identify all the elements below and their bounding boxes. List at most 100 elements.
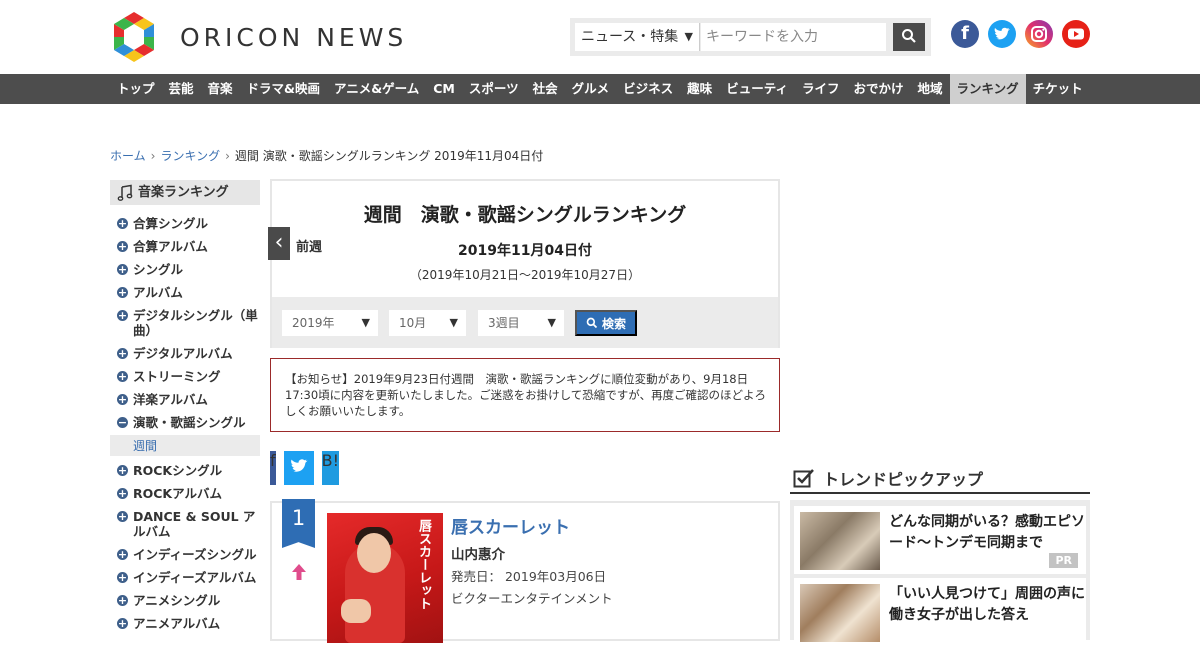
nav-item-gourmet[interactable]: グルメ (565, 74, 617, 104)
sidebar-item-indies-single[interactable]: + インディーズシングル (110, 544, 260, 567)
sidebar-item-label: 合算アルバム (133, 239, 208, 254)
instagram-camera-icon (1031, 26, 1047, 42)
plus-icon: + (117, 347, 128, 360)
trend-item[interactable]: どんな同期がいる？感動エピソード～トンデモ同期まで PR (794, 506, 1086, 574)
trend-item[interactable]: 「いい人見つけて」周囲の声に働き女子が出した答え (794, 578, 1086, 646)
sidebar-item-single[interactable]: + シングル (110, 259, 260, 282)
nav-item-region[interactable]: 地域 (910, 74, 949, 104)
release-date: 発売日： 2019年03月06日 (451, 569, 607, 584)
sidebar-item-combined-single[interactable]: + 合算シングル (110, 213, 260, 236)
oricon-logo-icon (114, 12, 154, 62)
nav-item-sports[interactable]: スポーツ (462, 74, 526, 104)
week-select-value: 3週目 (488, 316, 520, 330)
search-form: ニュース・特集 ▼ (570, 18, 931, 56)
plus-icon: + (117, 370, 128, 383)
instagram-icon[interactable] (1025, 20, 1053, 48)
share-facebook-icon[interactable]: f (270, 451, 276, 485)
dropdown-arrow-icon: ▼ (449, 316, 458, 329)
facebook-icon[interactable]: f (951, 20, 979, 48)
nav-item-cm[interactable]: CM (426, 74, 462, 104)
share-buttons: f B! (270, 451, 780, 485)
sidebar-item-digital-album[interactable]: + デジタルアルバム (110, 343, 260, 366)
year-select-value: 2019年 (292, 316, 335, 330)
nav-item-beauty[interactable]: ビューティ (719, 74, 795, 104)
share-twitter-icon[interactable] (283, 451, 314, 485)
sidebar-item-dance-soul-album[interactable]: + DANCE & SOUL アルバム (110, 506, 260, 544)
oricon-logo[interactable]: ORICON NEWS (110, 10, 407, 64)
trend-pickup: トレンドピックアップ どんな同期がいる？感動エピソード～トンデモ同期まで PR … (790, 464, 1090, 646)
nav-item-entertainment[interactable]: 芸能 (162, 74, 201, 104)
ranking-header-box: 週間 演歌・歌謡シングルランキング ‹ 前週 2019年11月04日付 （201… (268, 179, 780, 348)
sidebar-item-digital-single[interactable]: + デジタルシングル（単曲） (110, 305, 260, 343)
sidebar-subitem-weekly[interactable]: 週間 (110, 435, 260, 456)
artist-name: 山内惠介 (451, 547, 505, 563)
jacket-title: 唇スカーレット (416, 519, 431, 610)
sidebar-item-label: シングル (133, 262, 184, 277)
sidebar-item-label: アニメアルバム (133, 616, 221, 631)
filter-search-button[interactable]: 検索 (575, 310, 637, 336)
trend-list: どんな同期がいる？感動エピソード～トンデモ同期まで PR 「いい人見つけて」周囲… (790, 500, 1090, 646)
sidebar-item-label: インディーズアルバム (133, 570, 257, 585)
trend-thumbnail (800, 512, 880, 570)
plus-icon: + (117, 240, 128, 253)
sidebar-item-enka-single[interactable]: − 演歌・歌謡シングル (110, 412, 260, 435)
breadcrumb: ホーム › ランキング › 週間 演歌・歌謡シングルランキング 2019年11月… (110, 147, 543, 164)
sidebar: 音楽ランキング + 合算シングル + 合算アルバム + シングル + アルバム + デジタ… (110, 180, 260, 636)
ranking-range: （2019年10月21日～2019年10月27日） (409, 268, 641, 282)
global-nav: トップ 芸能 音楽 ドラマ&映画 アニメ&ゲーム CM スポーツ 社会 グルメ … (0, 74, 1200, 104)
sidebar-item-anime-single[interactable]: + アニメシングル (110, 590, 260, 613)
song-title-link[interactable]: 唇スカーレット (451, 513, 570, 538)
nav-item-ranking[interactable]: ランキング (949, 74, 1026, 104)
page-title: 週間 演歌・歌謡シングルランキング (363, 204, 687, 226)
sidebar-item-rock-album[interactable]: + ROCKアルバム (110, 483, 260, 506)
nav-item-hobby[interactable]: 趣味 (680, 74, 719, 104)
nav-item-life[interactable]: ライフ (795, 74, 847, 104)
sidebar-item-western-album[interactable]: + 洋楽アルバム (110, 389, 260, 412)
sidebar-item-streaming[interactable]: + ストリーミング (110, 366, 260, 389)
nav-item-outing[interactable]: おでかけ (846, 74, 910, 104)
trend-item-text: どんな同期がいる？感動エピソード～トンデモ同期まで (889, 514, 1085, 551)
sidebar-item-album[interactable]: + アルバム (110, 282, 260, 305)
plus-icon: + (117, 617, 128, 630)
sidebar-item-label: アニメシングル (133, 593, 221, 608)
sidebar-item-label: ROCKシングル (133, 463, 223, 478)
year-select[interactable]: 2019年 ▼ (282, 310, 378, 336)
plus-icon: + (117, 571, 128, 584)
plus-icon: + (117, 464, 128, 477)
nav-item-society[interactable]: 社会 (526, 74, 565, 104)
album-jacket[interactable]: 唇スカーレット (327, 513, 443, 643)
nav-item-ticket[interactable]: チケット (1026, 74, 1090, 104)
twitter-bird-icon (290, 459, 308, 472)
breadcrumb-home[interactable]: ホーム (110, 147, 146, 164)
search-button[interactable] (893, 23, 925, 51)
nav-item-music[interactable]: 音楽 (201, 74, 240, 104)
nav-item-business[interactable]: ビジネス (616, 74, 680, 104)
week-select[interactable]: 3週目 ▼ (478, 310, 564, 336)
month-select-value: 10月 (399, 316, 427, 330)
plus-icon: + (117, 510, 128, 523)
search-category-select[interactable]: ニュース・特集 ▼ (575, 23, 700, 51)
search-input[interactable] (701, 23, 886, 51)
dropdown-arrow-icon: ▼ (547, 316, 556, 329)
nav-item-anime-game[interactable]: アニメ&ゲーム (327, 74, 426, 104)
share-hatena-icon[interactable]: B! (321, 451, 340, 485)
month-select[interactable]: 10月 ▼ (389, 310, 466, 336)
twitter-icon[interactable] (988, 20, 1016, 48)
search-category-value: ニュース・特集 (581, 29, 679, 45)
sidebar-item-indies-album[interactable]: + インディーズアルバム (110, 567, 260, 590)
sidebar-item-label: ストリーミング (133, 369, 221, 384)
nav-item-top[interactable]: トップ (110, 74, 162, 104)
sidebar-item-rock-single[interactable]: + ROCKシングル (110, 460, 260, 483)
pr-badge: PR (1049, 553, 1078, 568)
plus-icon: + (117, 393, 128, 406)
nav-item-drama-movie[interactable]: ドラマ&映画 (240, 74, 327, 104)
jacket-face (357, 533, 391, 573)
sidebar-item-label: アルバム (133, 285, 183, 300)
youtube-icon[interactable] (1062, 20, 1090, 48)
sidebar-item-label: 洋楽アルバム (133, 392, 208, 407)
rank-badge: 1 (282, 499, 315, 548)
sidebar-item-anime-album[interactable]: + アニメアルバム (110, 613, 260, 636)
breadcrumb-ranking[interactable]: ランキング (160, 147, 220, 164)
sidebar-item-combined-album[interactable]: + 合算アルバム (110, 236, 260, 259)
plus-icon: + (117, 594, 128, 607)
